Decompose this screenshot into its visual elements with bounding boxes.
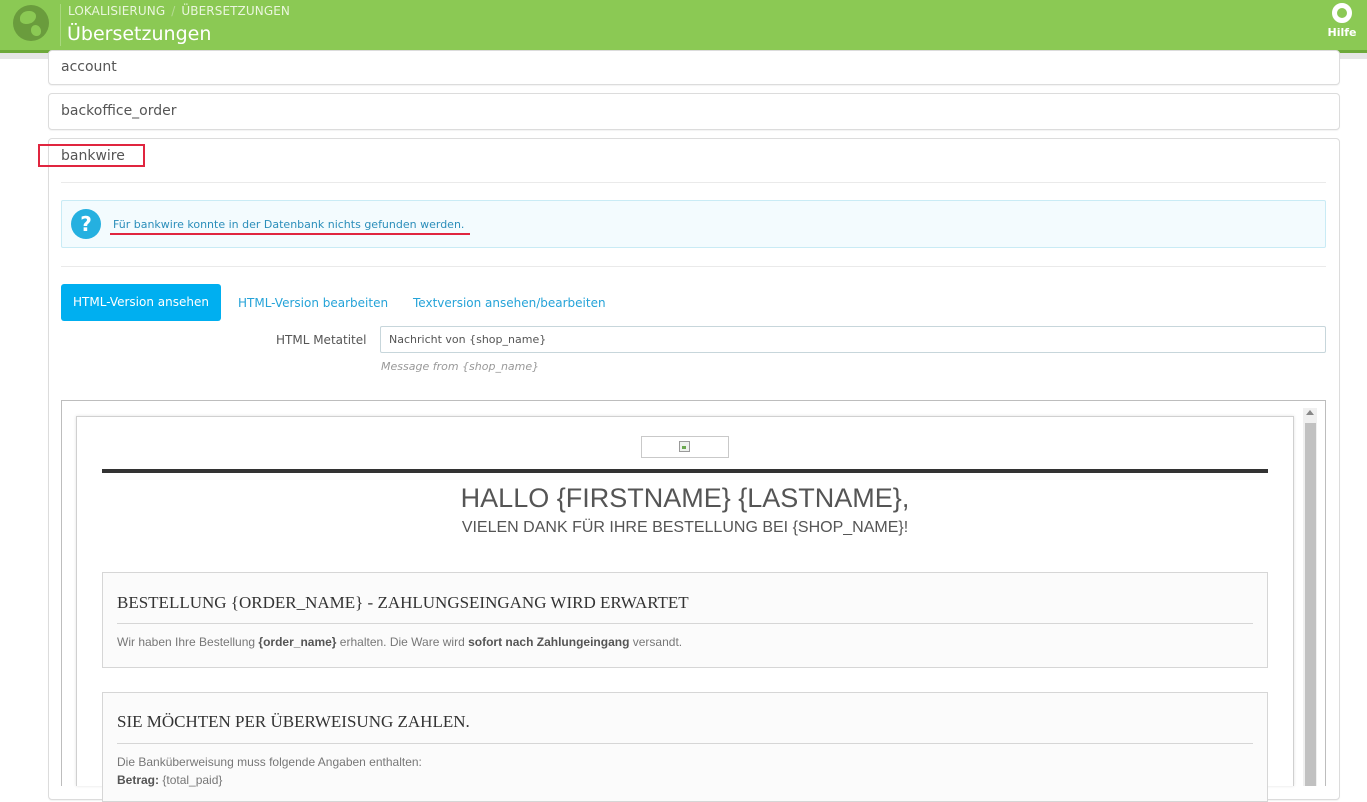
order-name-placeholder: {order_name} [258, 635, 337, 649]
bankwire-amount-line: Betrag: {total_paid} [117, 773, 222, 787]
email-header-rule [102, 469, 1268, 473]
meta-title-label: HTML Metatitel [276, 333, 367, 347]
preview-scrollbar-thumb[interactable] [1305, 423, 1316, 786]
email-thanks: VIELEN DANK FÜR IHRE BESTELLUNG BEI {SHO… [461, 519, 909, 536]
section-panel-backoffice-order[interactable]: backoffice_order [48, 93, 1340, 130]
header-divider [60, 4, 61, 46]
tab-html-view[interactable]: HTML-Version ansehen [61, 284, 221, 321]
section-panel-account[interactable]: account [48, 50, 1340, 85]
shipping-condition: sofort nach Zahlungeingang [468, 635, 630, 649]
alert-message: Für bankwire konnte in der Datenbank nic… [113, 218, 465, 231]
alert-divider [61, 266, 1326, 267]
meta-title-hint: Message from {shop_name} [381, 360, 540, 373]
tab-text-version[interactable]: Textversion ansehen/bearbeiten [413, 296, 606, 310]
highlight-box-annotation [38, 144, 145, 167]
question-icon: ? [71, 209, 101, 239]
lifebuoy-icon [1332, 3, 1352, 23]
order-box-rule [117, 623, 1253, 624]
email-greeting: HALLO {FIRSTNAME} {LASTNAME}, [460, 483, 910, 513]
section-title-account[interactable]: account [61, 59, 117, 75]
order-box-heading: BESTELLUNG {ORDER_NAME} - ZAHLUNGSEINGAN… [117, 593, 689, 612]
tab-html-edit[interactable]: HTML-Version bearbeiten [238, 296, 388, 310]
breadcrumb: LOKALISIERUNG / ÜBERSETZUNGEN [68, 4, 290, 18]
section-title-backoffice-order[interactable]: backoffice_order [61, 103, 177, 119]
underline-annotation [110, 233, 470, 235]
amount-value: {total_paid} [159, 773, 223, 787]
info-alert: ? Für bankwire konnte in der Datenbank n… [61, 200, 1326, 248]
order-text-part: erhalten. Die Ware wird [336, 635, 469, 649]
scroll-up-arrow-icon[interactable] [1306, 410, 1314, 415]
broken-image-icon [679, 441, 690, 452]
bankwire-box-heading: SIE MÖCHTEN PER ÜBERWEISUNG ZAHLEN. [117, 712, 470, 731]
order-box-text: Wir haben Ihre Bestellung {order_name} e… [117, 635, 682, 649]
breadcrumb-separator: / [171, 4, 176, 18]
help-label: Hilfe [1327, 26, 1357, 39]
bankwire-intro: Die Banküberweisung muss folgende Angabe… [117, 755, 422, 769]
breadcrumb-item-localization[interactable]: LOKALISIERUNG [68, 4, 165, 18]
breadcrumb-item-translations[interactable]: ÜBERSETZUNGEN [181, 4, 290, 18]
order-info-box: BESTELLUNG {ORDER_NAME} - ZAHLUNGSEINGAN… [102, 572, 1268, 668]
section-divider [61, 182, 1326, 183]
order-text-part: Wir haben Ihre Bestellung [117, 635, 259, 649]
order-text-part: versandt. [629, 635, 683, 649]
amount-label: Betrag: [117, 773, 160, 787]
top-header-bar: LOKALISIERUNG / ÜBERSETZUNGEN Übersetzunge… [0, 0, 1367, 53]
page-title: Übersetzungen [67, 23, 212, 45]
meta-title-input[interactable] [380, 326, 1326, 353]
shop-logo-image [641, 436, 729, 458]
help-button[interactable]: Hilfe [1324, 2, 1360, 39]
globe-icon [13, 5, 49, 41]
bankwire-box-rule [117, 743, 1253, 744]
